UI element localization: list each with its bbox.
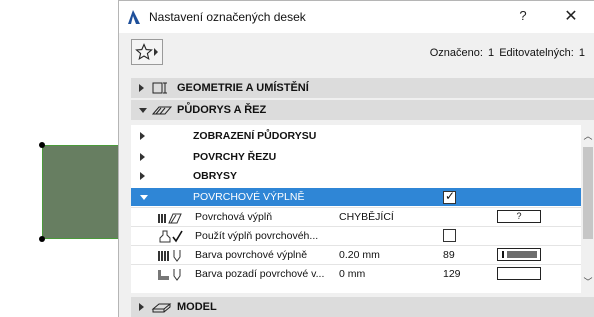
panel-floorplan-label: PŮDORYS A ŘEZ [177, 104, 267, 116]
selection-label: Označeno: [429, 47, 483, 59]
property-name: Povrchová výplň [195, 211, 273, 223]
panel-geometry-label: GEOMETRIE A UMÍSTĚNÍ [177, 82, 309, 94]
collapsed-arrow-icon [139, 84, 144, 92]
property-row-cover-fill[interactable]: Povrchová výplň CHYBĚJÍCÍ ? [131, 207, 581, 225]
fill-type-icon [158, 213, 182, 224]
property-row-fill-background-color[interactable]: Barva pozadí povrchové v... 0 mm 129 [131, 264, 581, 282]
toolbar: Označeno: 1 Editovatelných: 1 [119, 33, 594, 73]
expanded-arrow-icon [140, 195, 148, 200]
group-label: ZOBRAZENÍ PŮDORYSU [193, 130, 317, 142]
slab-settings-dialog: Nastavení označených desek ? ✕ Označeno:… [118, 0, 594, 317]
star-icon [135, 43, 153, 60]
pen-color-icon [158, 250, 181, 262]
use-fill-icon [159, 230, 183, 243]
property-value: 0 mm [339, 268, 366, 280]
slab-handle-top-left[interactable] [39, 142, 45, 148]
geometry-icon [152, 82, 167, 94]
property-name: Barva pozadí povrchové v... [195, 268, 325, 280]
use-fill-checkbox[interactable] [443, 229, 456, 242]
property-value: CHYBĚJÍCÍ [339, 211, 394, 223]
favorites-button[interactable] [131, 39, 163, 65]
editable-label: Editovatelných: [499, 47, 574, 59]
title-bar: Nastavení označených desek ? ✕ [119, 1, 594, 33]
favorites-dropdown-arrow-icon [154, 48, 158, 56]
settings-tree: ZOBRAZENÍ PŮDORYSU POVRCHY ŘEZU OBRYSY P… [131, 125, 594, 293]
archicad-icon [128, 10, 140, 24]
panel-model-header[interactable]: MODEL [131, 297, 594, 317]
cover-fills-checkbox[interactable] [443, 189, 456, 204]
selection-info: Označeno: 1 Editovatelných: 1 [428, 47, 585, 59]
group-label: POVRCHY ŘEZU [193, 151, 277, 163]
scroll-down-icon[interactable]: ﹀ [581, 275, 594, 289]
collapsed-arrow-icon [139, 303, 144, 311]
slab-handle-bottom-left[interactable] [39, 236, 45, 242]
collapsed-arrow-icon [140, 172, 145, 180]
selection-count: 1 [488, 47, 495, 59]
panel-model-label: MODEL [177, 301, 217, 313]
panel-floorplan-header[interactable]: PŮDORYS A ŘEZ [131, 100, 594, 120]
selected-slab[interactable] [42, 145, 122, 239]
group-label: OBRYSY [193, 170, 237, 182]
expanded-arrow-icon [139, 108, 147, 113]
tree-group-outlines[interactable]: OBRYSY [131, 167, 581, 185]
background-color-swatch[interactable] [497, 267, 541, 280]
pen-number: 129 [443, 268, 461, 280]
fill-picker[interactable]: ? [497, 210, 541, 223]
pen-color-sample-icon [502, 251, 537, 258]
group-label: POVRCHOVÉ VÝPLNĚ [193, 191, 305, 203]
property-row-fill-pen-color[interactable]: Barva povrchové výplně 0.20 mm 89 [131, 245, 581, 263]
close-button[interactable]: ✕ [559, 6, 583, 28]
help-button[interactable]: ? [513, 8, 533, 26]
editable-count: 1 [578, 47, 585, 59]
pen-color-swatch[interactable] [497, 248, 541, 261]
property-name: Barva povrchové výplně [195, 249, 308, 261]
tree-group-floorplan-display[interactable]: ZOBRAZENÍ PŮDORYSU [131, 127, 581, 145]
tree-scrollbar[interactable]: ︿ ﹀ [581, 125, 594, 293]
scroll-thumb[interactable] [583, 147, 593, 239]
property-row-use-fill[interactable]: Použít výplň povrchovéh... [131, 226, 581, 244]
tree-group-cut-surfaces[interactable]: POVRCHY ŘEZU [131, 148, 581, 166]
pen-number: 89 [443, 249, 455, 261]
window-title: Nastavení označených desek [149, 10, 306, 24]
property-name: Použít výplň povrchovéh... [195, 230, 319, 242]
scroll-up-icon[interactable]: ︿ [581, 129, 594, 143]
collapsed-arrow-icon [140, 153, 145, 161]
background-color-icon [158, 269, 181, 281]
floorplan-section-icon [151, 106, 173, 115]
stage: Nastavení označených desek ? ✕ Označeno:… [0, 0, 594, 317]
property-value: 0.20 mm [339, 249, 380, 261]
model-icon [151, 303, 172, 313]
tree-group-cover-fills[interactable]: POVRCHOVÉ VÝPLNĚ [131, 188, 581, 206]
panel-geometry-header[interactable]: GEOMETRIE A UMÍSTĚNÍ [131, 78, 594, 98]
collapsed-arrow-icon [140, 132, 145, 140]
